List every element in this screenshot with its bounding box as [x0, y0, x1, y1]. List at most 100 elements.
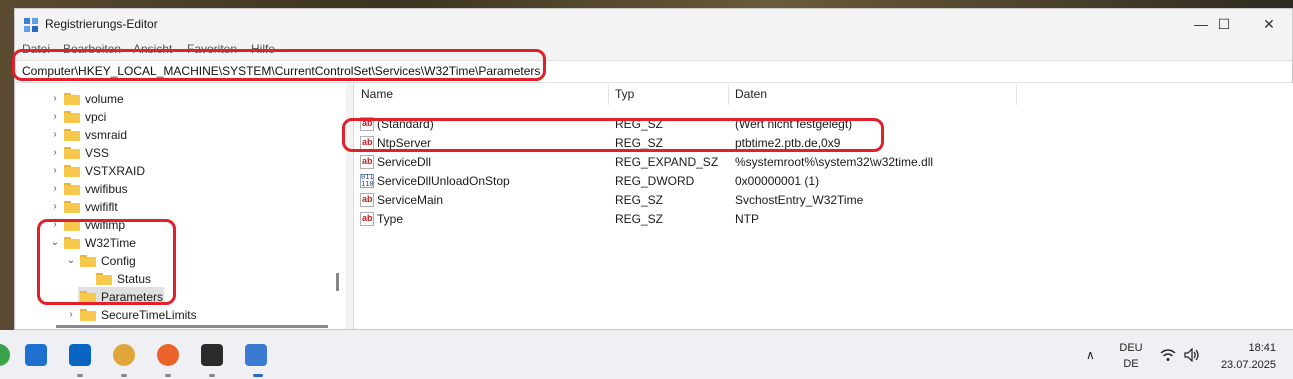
input-language[interactable]: DEU [1118, 342, 1144, 354]
value-data: 0x00000001 (1) [735, 174, 820, 188]
expand-chevron-icon[interactable]: › [50, 180, 60, 198]
window-title: Registrierungs-Editor [45, 17, 158, 31]
menu-favorites[interactable]: Favoriten [187, 42, 237, 56]
wifi-icon[interactable] [1160, 348, 1176, 362]
value-name: ServiceDllUnloadOnStop [377, 174, 510, 188]
app-icon[interactable] [113, 344, 135, 366]
value-data: SvchostEntry_W32Time [735, 193, 864, 207]
value-row-servicedllunloadonstop[interactable]: 011 110 ServiceDllUnloadOnStop REG_DWORD … [354, 172, 1293, 191]
collapse-chevron-icon[interactable]: ⌄ [66, 252, 76, 270]
expand-chevron-icon[interactable]: › [50, 126, 60, 144]
folder-icon [64, 165, 80, 177]
expand-chevron-icon[interactable]: › [50, 216, 60, 234]
tree-vertical-scrollbar[interactable] [336, 273, 339, 291]
column-header-name[interactable]: Name [361, 87, 393, 101]
column-separator[interactable] [608, 85, 609, 105]
folder-icon [64, 93, 80, 105]
column-separator[interactable] [1016, 85, 1017, 105]
tree-item-label: SecureTimeLimits [101, 308, 197, 322]
tree-item-label: Parameters [101, 290, 164, 304]
folder-open-icon [64, 237, 80, 249]
tree-item-label: vwifimp [85, 218, 126, 232]
title-bar: Registrierungs-Editor — ☐ ✕ [15, 9, 1292, 39]
value-name: (Standard) [377, 117, 434, 131]
active-indicator [253, 374, 263, 377]
binary-value-icon: 011 110 [360, 173, 374, 188]
tree-item-label: vwifibus [85, 182, 128, 196]
menu-bar: Datei Bearbeiten Ansicht Favoriten Hilfe [15, 39, 1292, 59]
firefox-icon[interactable] [157, 344, 179, 366]
tree-item-label: Status [117, 272, 152, 286]
folder-icon [64, 111, 80, 123]
value-type: REG_EXPAND_SZ [615, 155, 719, 169]
taskbar: ∧ DEU DE 18:41 23.07.2025 [0, 330, 1293, 379]
menu-view[interactable]: Ansicht [133, 42, 172, 56]
address-bar[interactable]: Computer\HKEY_LOCAL_MACHINE\SYSTEM\Curre… [16, 60, 1292, 83]
value-data: NTP [735, 212, 759, 226]
clock-time[interactable]: 18:41 [1216, 342, 1276, 354]
column-header-type[interactable]: Typ [615, 87, 634, 101]
value-row-servicemain[interactable]: ab ServiceMain REG_SZ SvchostEntry_W32Ti… [354, 191, 1293, 210]
value-row-standard[interactable]: ab (Standard) REG_SZ (Wert nicht festgel… [354, 115, 1293, 134]
value-row-servicedll[interactable]: ab ServiceDll REG_EXPAND_SZ %systemroot%… [354, 153, 1293, 172]
expand-chevron-icon[interactable]: › [50, 144, 60, 162]
value-type: REG_SZ [615, 117, 664, 131]
key-tree-pane[interactable]: › volume › vpci › vsmraid › VSS › VSTXRA… [16, 83, 346, 329]
running-indicator [209, 374, 215, 377]
tree-item-label: volume [85, 92, 124, 106]
menu-file[interactable]: Datei [22, 42, 50, 56]
value-row-type[interactable]: ab Type REG_SZ NTP [354, 210, 1293, 229]
running-indicator [121, 374, 127, 377]
widget-icon[interactable] [0, 344, 10, 366]
tree-item-label: vwififlt [85, 200, 118, 214]
start-icon[interactable] [25, 344, 47, 366]
expand-chevron-icon[interactable]: › [50, 162, 60, 180]
clock-date[interactable]: 23.07.2025 [1210, 359, 1276, 371]
folder-icon [64, 219, 80, 231]
value-name: ServiceMain [377, 193, 444, 207]
close-button[interactable]: ✕ [1249, 13, 1289, 35]
maximize-button[interactable]: ☐ [1204, 13, 1244, 35]
tree-horizontal-scrollbar[interactable] [56, 325, 328, 328]
tree-item-label: vpci [85, 110, 107, 124]
folder-icon [64, 183, 80, 195]
outlook-icon[interactable] [69, 344, 91, 366]
running-indicator [77, 374, 83, 377]
folder-icon [64, 201, 80, 213]
folder-open-icon [80, 255, 96, 267]
value-name: Type [377, 212, 404, 226]
values-list-pane[interactable]: Name Typ Daten ab (Standard) REG_SZ (Wer… [353, 83, 1293, 329]
expand-chevron-icon[interactable]: › [50, 108, 60, 126]
value-type: REG_SZ [615, 193, 664, 207]
value-name: NtpServer [377, 136, 432, 150]
value-data: (Wert nicht festgelegt) [735, 117, 853, 131]
expand-chevron-icon[interactable]: › [50, 90, 60, 108]
string-value-icon: ab [360, 155, 374, 169]
terminal-icon[interactable] [201, 344, 223, 366]
regedit-app-icon [24, 18, 38, 32]
value-type: REG_SZ [615, 136, 664, 150]
volume-icon[interactable] [1184, 348, 1200, 362]
value-row-ntpserver[interactable]: ab NtpServer REG_SZ ptbtime2.ptb.de,0x9 [354, 134, 1293, 153]
expand-chevron-icon[interactable]: › [50, 198, 60, 216]
collapse-chevron-icon[interactable]: ⌄ [50, 234, 60, 252]
folder-icon [80, 309, 96, 321]
tree-item-label: VSTXRAID [85, 164, 146, 178]
show-hidden-icons-chevron-icon[interactable]: ∧ [1086, 348, 1095, 362]
address-path[interactable]: Computer\HKEY_LOCAL_MACHINE\SYSTEM\Curre… [22, 64, 540, 78]
input-region[interactable]: DE [1118, 358, 1144, 370]
string-value-icon: ab [360, 212, 374, 226]
column-header-data[interactable]: Daten [735, 87, 767, 101]
folder-icon [64, 129, 80, 141]
expand-chevron-icon[interactable]: › [66, 306, 76, 324]
menu-help[interactable]: Hilfe [251, 42, 275, 56]
column-separator[interactable] [728, 85, 729, 105]
string-value-icon: ab [360, 117, 374, 131]
running-indicator [165, 374, 171, 377]
folder-icon [96, 273, 112, 285]
tree-item-label: vsmraid [85, 128, 128, 142]
tree-item-label: Config [101, 254, 136, 268]
folder-icon [64, 147, 80, 159]
regedit-icon[interactable] [245, 344, 267, 366]
menu-edit[interactable]: Bearbeiten [63, 42, 121, 56]
